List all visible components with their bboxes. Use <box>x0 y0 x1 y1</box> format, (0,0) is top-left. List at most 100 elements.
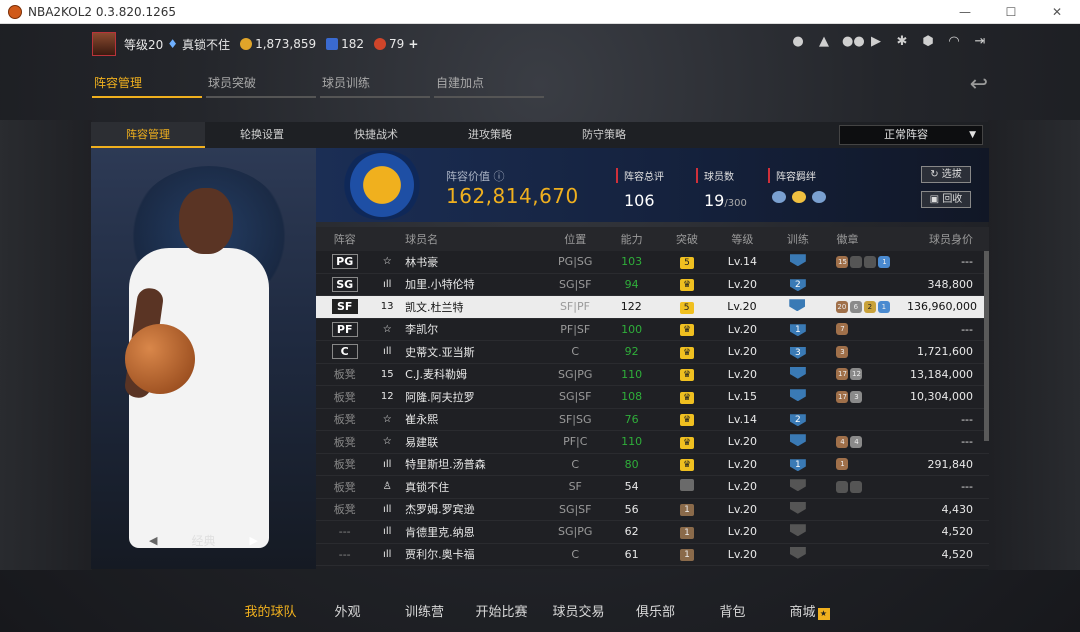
player-type-icon: ıll <box>383 346 392 358</box>
table-row[interactable]: --- ıll 肯德里克.纳恩 SG|PG 62 1 Lv.20 4,520 <box>316 521 989 544</box>
friends-icon[interactable]: ●● <box>842 34 865 50</box>
table-row[interactable]: C ıll 史蒂文.亚当斯 C 92 ♛ Lv.20 3 3 1,721,600 <box>316 341 989 364</box>
subtab-offense[interactable]: 进攻策略 <box>433 122 547 148</box>
player-name: C.J.麦科勒姆 <box>405 368 467 382</box>
table-row[interactable]: SF 13 凯文.杜兰特 SF|PF 122 5 Lv.20 20 6 2 1 136… <box>316 296 989 319</box>
col-badges[interactable]: 徽章 <box>832 231 907 247</box>
col-level[interactable]: 等级 <box>722 231 764 247</box>
player-ovr: 56 <box>624 502 639 516</box>
lineup-select[interactable]: 正常阵容 ▼ <box>839 125 983 145</box>
nav-backpack[interactable]: 背包 <box>694 598 771 628</box>
avatar[interactable] <box>92 32 116 56</box>
col-salary[interactable]: 球员身价 <box>908 231 989 247</box>
table-row[interactable]: PG ☆ 林书豪 PG|SG 103 5 Lv.14 15 1 --- <box>316 251 989 274</box>
player-type-icon: ıll <box>383 503 392 515</box>
close-button[interactable]: ✕ <box>1034 0 1080 24</box>
style-switcher: ◀ 经典 ▶ <box>91 532 316 549</box>
tab-player-breakthrough[interactable]: 球员突破 <box>206 72 316 98</box>
subtab-defense[interactable]: 防守策略 <box>547 122 661 148</box>
player-name: 崔永熙 <box>405 413 439 427</box>
bell-icon[interactable]: ▲ <box>816 34 832 50</box>
breakthrough-cell: 1 <box>652 525 721 539</box>
badges-cell: 3 <box>832 345 907 358</box>
player-type-icon: ☆ <box>382 256 392 268</box>
arena-backdrop-right <box>988 120 1080 570</box>
badge-icon: 2 <box>863 300 876 313</box>
player-type-icon: ıll <box>383 526 392 538</box>
breakthrough-icon: ♛ <box>680 346 695 359</box>
lineup-cell: 板凳 <box>316 366 373 382</box>
lineup-rating: 106 <box>624 191 655 210</box>
training-icon: 1 <box>789 459 806 472</box>
col-name[interactable]: 球员名 <box>401 231 540 247</box>
breakthrough-icon: 1 <box>680 504 695 517</box>
table-row[interactable]: 板凳 15 C.J.麦科勒姆 SG|PG 110 ♛ Lv.20 17 12 13… <box>316 364 989 386</box>
table-row[interactable]: 板凳 ıll 杰罗姆.罗宾逊 SG|SF 56 1 Lv.20 4,430 <box>316 499 989 521</box>
lineup-cell: SG <box>316 276 373 292</box>
position-slot: SG <box>331 276 358 292</box>
table-row[interactable]: 板凳 12 阿隆.阿夫拉罗 SG|SF 108 ♛ Lv.15 17 3 10,3… <box>316 386 989 409</box>
table-row[interactable]: SG ıll 加里.小特伦特 SG|SF 94 ♛ Lv.20 2 348,80… <box>316 274 989 296</box>
subtab-lineup[interactable]: 阵容管理 <box>91 122 205 148</box>
maximize-button[interactable]: ☐ <box>988 0 1034 24</box>
nav-my-team[interactable]: 我的球队 <box>232 598 309 628</box>
col-position[interactable]: 位置 <box>540 231 611 247</box>
exit-icon[interactable]: ⇥ <box>972 34 988 50</box>
player-name: 特里斯坦.汤普森 <box>405 458 486 472</box>
table-row[interactable]: 板凳 ♙ 真锁不住 SF 54 Lv.20 --- <box>316 476 989 499</box>
player-name: 真锁不住 <box>405 480 450 494</box>
scrollbar[interactable] <box>984 251 989 441</box>
shield-icon[interactable]: ⬢ <box>920 34 936 50</box>
nav-training-camp[interactable]: 训练营 <box>386 598 463 628</box>
nav-club[interactable]: 俱乐部 <box>617 598 694 628</box>
recycle-button[interactable]: ▣ 回收 <box>921 191 971 208</box>
help-icon[interactable]: ⓘ <box>494 170 505 183</box>
training-cell <box>763 366 832 382</box>
badge-icon: 4 <box>850 435 863 448</box>
col-ovr[interactable]: 能力 <box>611 231 653 247</box>
lineup-select-value: 正常阵容 <box>884 128 928 141</box>
table-row[interactable]: --- ıll 贾利尔.奥卡福 C 61 1 Lv.20 4,520 <box>316 544 989 566</box>
breakthrough-icon: 1 <box>680 526 695 539</box>
player-portrait-panel: ◀ 经典 ▶ <box>91 148 316 569</box>
table-row[interactable]: PF ☆ 李凯尔 PF|SF 100 ♛ Lv.20 1 7 --- <box>316 319 989 341</box>
next-style-icon[interactable]: ▶ <box>250 534 258 547</box>
minimize-button[interactable]: — <box>942 0 988 24</box>
lineup-cell: --- <box>316 525 373 538</box>
nav-shop[interactable]: 商城 ★ <box>771 598 848 628</box>
training-cell: 1 <box>763 457 832 472</box>
training-cell: 2 <box>763 412 832 427</box>
nav-player-trade[interactable]: 球员交易 <box>540 598 617 628</box>
person-icon[interactable]: ● <box>790 34 806 50</box>
video-icon[interactable]: ▶ <box>868 34 884 50</box>
bottom-nav: 我的球队 外观 训练营 开始比赛 球员交易 俱乐部 背包 商城 ★ <box>0 598 1080 628</box>
gear-icon[interactable]: ✱ <box>894 34 910 50</box>
user-bar: 等级20 ♦ 真锁不住 1,873,859 182 79 + <box>92 30 422 58</box>
nav-appearance[interactable]: 外观 <box>309 598 386 628</box>
col-breakthrough[interactable]: 突破 <box>652 231 721 247</box>
back-arrow-icon[interactable]: ↩ <box>970 72 988 97</box>
table-row[interactable]: 板凳 ☆ 崔永熙 SF|SG 76 ♛ Lv.14 2 --- <box>316 409 989 431</box>
table-row[interactable]: 板凳 ☆ 易建联 PF|C 110 ♛ Lv.20 44 --- <box>316 431 989 454</box>
star-count: 182 <box>341 37 365 51</box>
breakthrough-cell: 1 <box>652 547 721 562</box>
subtab-quick-tactics[interactable]: 快捷战术 <box>319 122 433 148</box>
badge-icon: 20 <box>835 300 848 313</box>
tab-player-training[interactable]: 球员训练 <box>320 72 430 98</box>
nav-start-game[interactable]: 开始比赛 <box>463 598 540 628</box>
training-cell: 2 <box>763 277 832 292</box>
badges-cell: 17 3 <box>832 390 907 403</box>
subtab-rotation[interactable]: 轮换设置 <box>205 122 319 148</box>
col-training[interactable]: 训练 <box>763 231 832 247</box>
player-name: 李凯尔 <box>405 323 439 337</box>
tab-lineup-management[interactable]: 阵容管理 <box>92 72 202 98</box>
chemistry-icons[interactable] <box>768 191 826 203</box>
col-lineup[interactable]: 阵容 <box>316 231 373 247</box>
select-button[interactable]: ↻ 选拔 <box>921 166 971 183</box>
player-type-icon: 12 <box>380 391 394 403</box>
add-currency-button[interactable]: + <box>408 37 418 51</box>
tab-custom-attributes[interactable]: 自建加点 <box>434 72 544 98</box>
headset-icon[interactable]: ◠ <box>946 34 962 50</box>
prev-style-icon[interactable]: ◀ <box>149 534 157 547</box>
table-row[interactable]: 板凳 ıll 特里斯坦.汤普森 C 80 ♛ Lv.20 1 1 291,840 <box>316 454 989 476</box>
